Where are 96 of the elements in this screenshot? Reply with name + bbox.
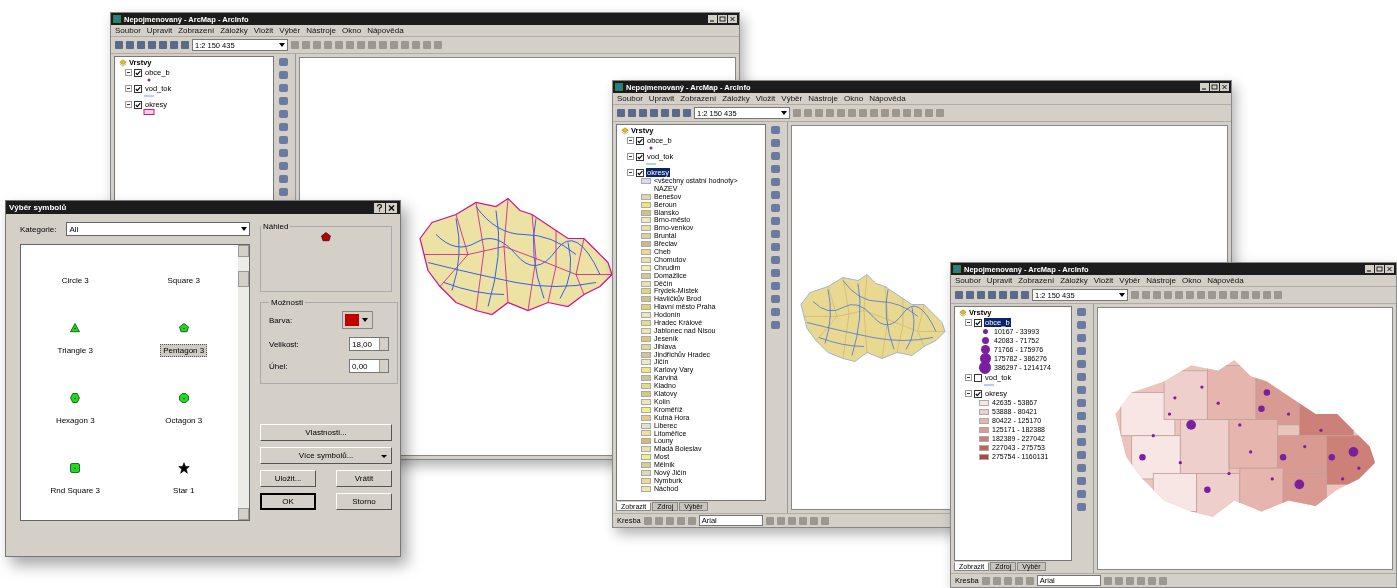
symbol-label[interactable]: Circle 3 — [58, 274, 92, 287]
layer-checkbox[interactable] — [974, 389, 982, 398]
collapse-icon[interactable] — [125, 85, 132, 92]
dialog-button[interactable]: OK — [260, 493, 316, 510]
layer-checkbox[interactable] — [636, 136, 644, 145]
collapse-icon[interactable] — [125, 101, 132, 108]
menu-item[interactable]: Okno — [1182, 276, 1202, 285]
layers-icon — [959, 308, 967, 317]
menu-item[interactable]: Vložit — [1093, 276, 1114, 285]
close-button[interactable] — [386, 202, 397, 213]
dialog-title: Výběr symbolů — [9, 203, 68, 212]
menu-item[interactable]: Nápověda — [1207, 276, 1244, 285]
symbol-label[interactable]: Star 1 — [170, 484, 198, 497]
star-icon[interactable] — [177, 462, 190, 474]
maximize-button[interactable] — [1375, 265, 1384, 273]
rndsquare-icon[interactable] — [69, 462, 82, 474]
dialog-button[interactable]: Storno — [336, 493, 392, 510]
menu-item[interactable]: Zobrazení — [680, 94, 717, 103]
menu-item[interactable]: Upravit — [986, 276, 1013, 285]
menu-item[interactable]: Soubor — [115, 26, 141, 35]
layer-checkbox[interactable] — [636, 152, 644, 161]
dialog-button[interactable]: Uložit... — [260, 470, 316, 487]
help-button[interactable] — [374, 202, 385, 213]
field-label: Velikost: — [269, 339, 299, 349]
pentagon-icon — [320, 231, 332, 243]
maximize-button[interactable] — [718, 15, 727, 23]
menu-item[interactable]: Záložky — [1060, 276, 1088, 285]
menu-item[interactable]: Soubor — [955, 276, 981, 285]
layer-checkbox[interactable] — [134, 68, 142, 77]
menu-item[interactable]: Zobrazení — [178, 26, 215, 35]
menu-item[interactable]: Vložit — [755, 94, 776, 103]
preview-label: Náhled — [262, 222, 290, 231]
layer-checkbox[interactable] — [134, 100, 142, 109]
minimize-button[interactable] — [708, 15, 717, 23]
menu-item[interactable]: Výběr — [279, 26, 301, 35]
menu-item[interactable]: Nástroje — [808, 94, 838, 103]
layer-checkbox[interactable] — [974, 318, 982, 327]
menu-item[interactable]: Nástroje — [306, 26, 336, 35]
layers-icon — [621, 126, 629, 135]
collapse-icon[interactable] — [965, 319, 972, 326]
polygon-symbol-icon — [143, 109, 155, 115]
symbol-label[interactable]: Square 3 — [164, 274, 203, 287]
color-picker[interactable] — [342, 311, 373, 329]
options-label: Možnosti — [270, 298, 304, 307]
line-symbol-icon — [645, 161, 657, 167]
symbol-label[interactable]: Pentagon 3 — [160, 344, 208, 357]
menu-item[interactable]: Vložit — [253, 26, 274, 35]
symbol-label[interactable]: Octagon 3 — [162, 414, 206, 427]
hexagon-icon[interactable] — [69, 392, 82, 404]
spin-field[interactable]: 18,00 — [349, 337, 389, 351]
menu-item[interactable]: Upravit — [146, 26, 173, 35]
collapse-icon[interactable] — [627, 169, 634, 176]
menu-item[interactable]: Záložky — [722, 94, 750, 103]
menu-item[interactable]: Výběr — [781, 94, 803, 103]
globe-icon — [615, 83, 623, 91]
collapse-icon[interactable] — [125, 69, 132, 76]
category-dropdown[interactable]: All — [66, 222, 250, 236]
field-label: Úhel: — [269, 361, 288, 371]
symbol-label[interactable]: Triangle 3 — [54, 344, 96, 357]
spin-field[interactable]: 0,00 — [349, 359, 389, 373]
maximize-button[interactable] — [1210, 83, 1219, 91]
octagon-icon[interactable] — [177, 392, 190, 404]
symbol-label[interactable]: Hexagon 3 — [52, 414, 98, 427]
menu-item[interactable]: Okno — [844, 94, 864, 103]
line-symbol-icon — [983, 382, 995, 388]
symbol-label[interactable]: Rnd Square 3 — [47, 484, 103, 497]
collapse-icon[interactable] — [965, 390, 972, 397]
layer-checkbox[interactable] — [636, 168, 644, 177]
menu-item[interactable]: Zobrazení — [1018, 276, 1055, 285]
collapse-icon[interactable] — [627, 137, 634, 144]
pentagon-icon[interactable] — [177, 322, 190, 334]
globe-icon — [953, 265, 961, 273]
menu-item[interactable]: Výběr — [1119, 276, 1141, 285]
dialog-button[interactable]: Více symbolů... — [260, 447, 392, 464]
collapse-icon[interactable] — [965, 374, 972, 381]
menu-item[interactable]: Nápověda — [367, 26, 404, 35]
collapse-icon[interactable] — [627, 153, 634, 160]
minimize-button[interactable] — [1365, 265, 1374, 273]
menu-item[interactable]: Nástroje — [1146, 276, 1176, 285]
minimize-button[interactable] — [1200, 83, 1209, 91]
dialog-button[interactable]: Vrátit — [336, 470, 392, 487]
layers-icon — [119, 58, 127, 67]
category-label: Kategorie: — [20, 224, 57, 234]
layer-checkbox[interactable] — [974, 373, 982, 382]
menu-item[interactable]: Soubor — [617, 94, 643, 103]
menu-item[interactable]: Záložky — [220, 26, 248, 35]
scrollbar[interactable] — [238, 245, 249, 520]
menu-item[interactable]: Okno — [342, 26, 362, 35]
dialog-button[interactable]: Vlastnosti... — [260, 424, 392, 441]
menu-item[interactable]: Nápověda — [869, 94, 906, 103]
line-symbol-icon — [143, 93, 155, 99]
globe-icon — [113, 15, 121, 23]
menu-item[interactable]: Upravit — [648, 94, 675, 103]
field-label: Barva: — [269, 315, 293, 325]
layer-checkbox[interactable] — [134, 84, 142, 93]
triangle-icon[interactable] — [69, 322, 82, 334]
